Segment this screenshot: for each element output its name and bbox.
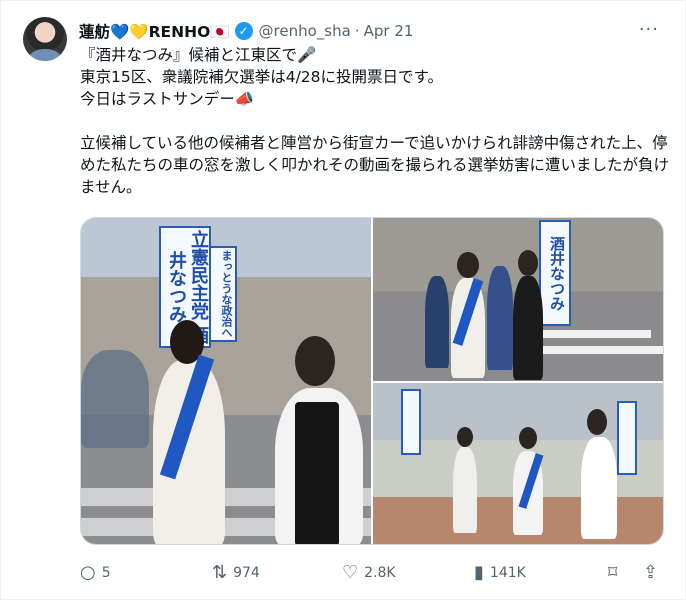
tweet-actions: ○ 5 ⇅ 974 ♡ 2.8K ▮ 141K ⌑ ⇪	[80, 561, 665, 585]
verified-badge-icon[interactable]: ✓	[234, 22, 253, 40]
photo-campaign-main[interactable]: 立憲民主党 酒井なつみ まっとうな政治へ	[81, 218, 371, 544]
bookmark-icon: ⌑	[608, 562, 618, 583]
tweet-line-1: 『酒井なつみ』候補と江東区で🎤	[80, 46, 317, 64]
share-icon: ⇪	[643, 562, 659, 583]
reply-button[interactable]: ○ 5	[80, 564, 111, 582]
more-options-icon[interactable]: ···	[639, 19, 659, 40]
reply-icon: ○	[80, 562, 96, 583]
photo-street[interactable]	[373, 383, 663, 544]
separator-dot: ·	[354, 22, 360, 40]
media-grid[interactable]: 立憲民主党 酒井なつみ まっとうな政治へ 酒井なつみ	[80, 217, 664, 545]
tweet-card[interactable]: 蓮舫💙💛RENHO🇯🇵 ✓ @renho_sha · Apr 21 ··· 『酒…	[0, 0, 686, 600]
retweet-icon: ⇅	[212, 562, 228, 583]
heart-icon: ♡	[342, 562, 359, 583]
tweet-line-4: 立候補している他の候補者と陣営から街宣カーで追いかけられ誹謗中傷された上、停めた…	[80, 134, 670, 196]
crowd	[81, 350, 149, 448]
like-button[interactable]: ♡ 2.8K	[342, 564, 396, 582]
photo-crosswalk[interactable]: 酒井なつみ	[373, 218, 663, 381]
like-count: 2.8K	[364, 565, 396, 581]
tweet-date[interactable]: Apr 21	[364, 22, 414, 40]
views-icon: ▮	[474, 562, 484, 583]
renho-head	[295, 336, 335, 386]
retweet-count: 974	[233, 565, 260, 581]
profile-avatar[interactable]	[23, 17, 67, 61]
renho-shirt	[295, 402, 339, 544]
share-button[interactable]: ⇪	[643, 564, 658, 582]
tweet-line-3: 今日はラストサンデー📣	[80, 90, 254, 108]
retweet-button[interactable]: ⇅ 974	[212, 564, 260, 582]
views-button[interactable]: ▮ 141K	[474, 564, 526, 582]
bookmark-button[interactable]: ⌑	[608, 564, 617, 582]
views-count: 141K	[489, 565, 526, 581]
author-handle[interactable]: @renho_sha	[259, 22, 351, 40]
campaign-banner-2: 酒井なつみ	[539, 220, 571, 326]
tweet-header: 蓮舫💙💛RENHO🇯🇵 ✓ @renho_sha · Apr 21	[79, 19, 655, 43]
tweet-line-2: 東京15区、衆議院補欠選挙は4/28に投開票日です。	[80, 68, 443, 86]
campaign-banner-sub: まっとうな政治へ	[209, 246, 237, 342]
reply-count: 5	[101, 565, 111, 581]
author-name[interactable]: 蓮舫💙💛RENHO🇯🇵	[79, 20, 230, 42]
tweet-text: 『酒井なつみ』候補と江東区で🎤 東京15区、衆議院補欠選挙は4/28に投開票日で…	[80, 44, 670, 198]
